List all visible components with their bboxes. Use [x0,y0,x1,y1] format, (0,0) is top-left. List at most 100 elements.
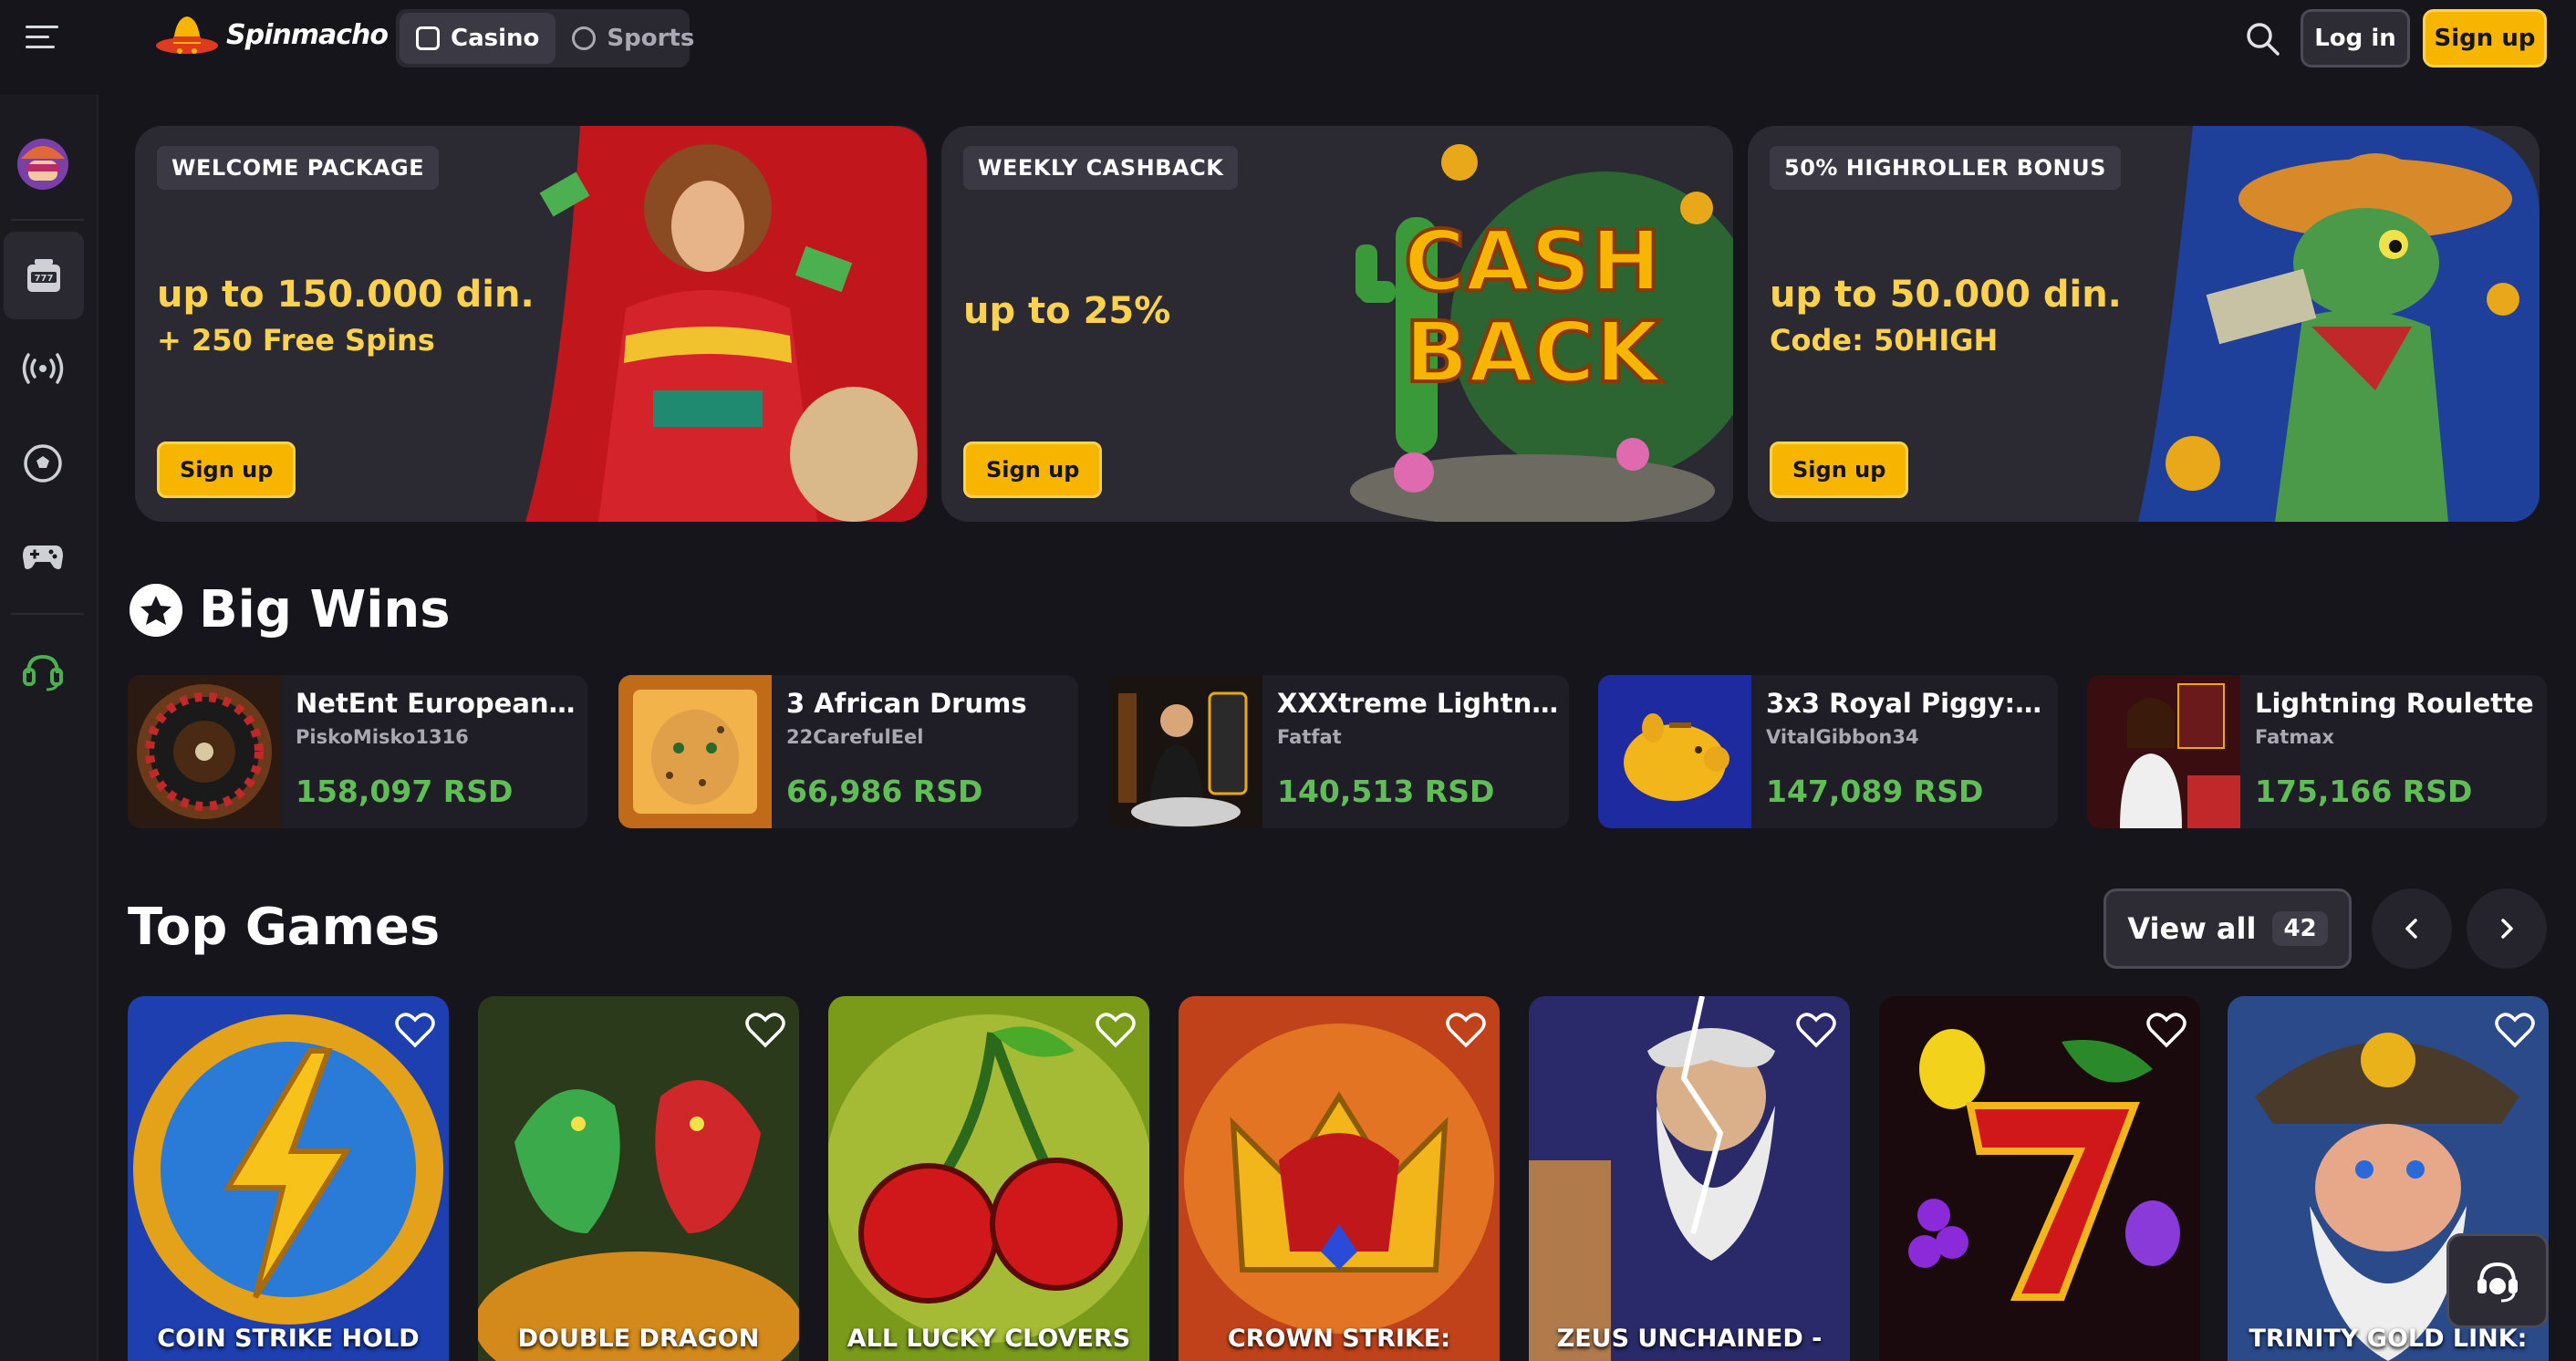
banner-highroller[interactable]: 50% HIGHROLLER BONUS up to 50.000 din. C… [1748,126,2540,522]
brand-name: Spinmacho [226,18,389,51]
game-tile[interactable] [1879,996,2200,1361]
banner-tag: WELCOME PACKAGE [157,146,440,190]
banner-headline: up to 25% [963,290,1171,332]
banner-tag: 50% HIGHROLLER BONUS [1770,146,2121,190]
heart-icon[interactable] [744,1011,786,1049]
login-button[interactable]: Log in [2301,9,2410,68]
big-win-card[interactable]: 3x3 Royal Piggy: Ho... VitalGibbon34 147… [1598,675,2058,828]
banner-headline: up to 150.000 din. [157,274,535,316]
big-wins-title: Big Wins [199,580,451,639]
heart-icon[interactable] [1095,1011,1137,1049]
banner-subline: + 250 Free Spins [157,323,435,358]
big-win-card[interactable]: 3 African Drums 22CarefulEel 66,986 RSD [618,675,1078,828]
game-tile[interactable]: COIN STRIKE HOLD [128,996,449,1361]
fruit-seven-artwork [1879,996,2200,1361]
carousel-next-button[interactable] [2467,888,2547,969]
banner-welcome[interactable]: WELCOME PACKAGE up to 150.000 din. + 250… [135,126,927,522]
game-tile[interactable]: DOUBLE DRAGON [478,996,799,1361]
heart-icon[interactable] [2145,1011,2187,1049]
game-tile[interactable]: ALL LUCKY CLOVERS [828,996,1149,1361]
top-bar: Spinmacho Casino Sports Log in Sign up [0,0,2576,77]
heart-icon[interactable] [1445,1011,1487,1049]
crown-artwork [1179,996,1500,1361]
game-tile[interactable]: CROWN STRIKE: [1179,996,1500,1361]
brand-logo[interactable]: Spinmacho [155,11,389,58]
banner-tag: WEEKLY CASHBACK [963,146,1239,190]
cashback-art-line-2: BACK [1405,304,1664,401]
live-dealer-thumbnail [1109,675,1262,828]
slot-machine-icon [416,26,440,50]
big-win-user: Fatmax [2255,726,2334,748]
game-title: ZEUS UNCHAINED - [1556,1325,1823,1353]
signup-button[interactable]: Sign up [2423,9,2547,68]
sombrero-icon [156,16,218,54]
view-all-button[interactable]: View all 42 [2103,888,2352,969]
game-title: COIN STRIKE HOLD [157,1325,420,1353]
banner-cashback[interactable]: CASH BACK WEEKLY CASHBACK up to 25% Sign… [941,126,1733,522]
chevron-left-icon [2405,919,2417,939]
cherries-artwork [828,996,1149,1361]
support-headset-icon [23,654,63,691]
heart-icon[interactable] [2494,1011,2536,1049]
banner-subline: Code: 50HIGH [1770,323,1999,358]
star-icon [130,584,182,637]
sidebar-item-sports[interactable] [0,420,86,507]
svg-text:777: 777 [35,274,54,284]
big-win-game: Lightning Roulette [2255,688,2534,719]
big-win-user: PiskoMisko1316 [296,726,469,748]
promo-avatar-icon [17,139,68,190]
menu-icon[interactable] [26,26,58,51]
big-win-game: 3 African Drums [786,688,1027,719]
big-win-amount: 158,097 RSD [296,774,514,809]
sidebar-item-support[interactable] [0,628,86,715]
highroller-chameleon-illustration [2138,126,2540,522]
game-title [1879,1325,2200,1361]
leopard-thumbnail [618,675,772,828]
big-win-game: NetEnt European Ro... [296,688,578,719]
banner-headline: up to 50.000 din. [1770,274,2122,316]
golden-piggy-thumbnail [1598,675,1751,828]
big-win-card[interactable]: Lightning Roulette Fatmax 175,166 RSD [2087,675,2547,828]
big-win-amount: 66,986 RSD [786,774,983,809]
sidebar-item-live[interactable] [0,325,86,412]
banner-signup-button[interactable]: Sign up [157,442,296,498]
live-broadcast-icon [22,353,64,384]
lightning-roulette-thumbnail [2087,675,2240,828]
big-win-user: Fatfat [1277,726,1342,748]
big-win-card[interactable]: NetEnt European Ro... PiskoMisko1316 158… [128,675,587,828]
game-title: DOUBLE DRAGON [517,1325,760,1353]
tab-casino-label: Casino [451,25,540,52]
big-win-amount: 147,089 RSD [1766,774,1984,809]
sidebar: 777 [0,95,99,1361]
banner-signup-button[interactable]: Sign up [1770,442,1909,498]
tab-sports[interactable]: Sports [556,13,711,64]
search-icon[interactable] [2244,20,2280,57]
game-tile[interactable]: ZEUS UNCHAINED - [1529,996,1850,1361]
coin-strike-artwork [128,996,449,1361]
tab-sports-label: Sports [607,25,695,52]
big-win-card[interactable]: XXXtreme Lightnin... Fatfat 140,513 RSD [1109,675,1569,828]
soccer-ball-icon [572,26,597,50]
double-dragon-artwork [478,996,799,1361]
gamepad-icon [23,545,63,569]
chevron-right-icon [2501,919,2513,939]
roulette-wheel-thumbnail [128,675,281,828]
tab-casino[interactable]: Casino [400,13,556,64]
sidebar-item-casino[interactable]: 777 [4,232,84,319]
big-win-user: 22CarefulEel [786,726,924,748]
heart-icon[interactable] [394,1011,436,1049]
sidebar-item-games[interactable] [0,513,86,600]
big-win-game: 3x3 Royal Piggy: Ho... [1766,688,2049,719]
view-all-count: 42 [2272,911,2328,946]
game-title: ALL LUCKY CLOVERS [847,1325,1131,1353]
big-win-amount: 140,513 RSD [1277,774,1495,809]
support-headset-icon [2477,1262,2518,1303]
slot-machine-icon: 777 [27,259,60,292]
game-title: CROWN STRIKE: [1227,1325,1451,1353]
banner-signup-button[interactable]: Sign up [963,442,1103,498]
heart-icon[interactable] [1795,1011,1837,1049]
cashback-art-line-1: CASH [1404,213,1661,310]
carousel-prev-button[interactable] [2372,888,2452,969]
sidebar-item-promo[interactable] [0,119,86,206]
support-chat-button[interactable] [2446,1233,2549,1328]
